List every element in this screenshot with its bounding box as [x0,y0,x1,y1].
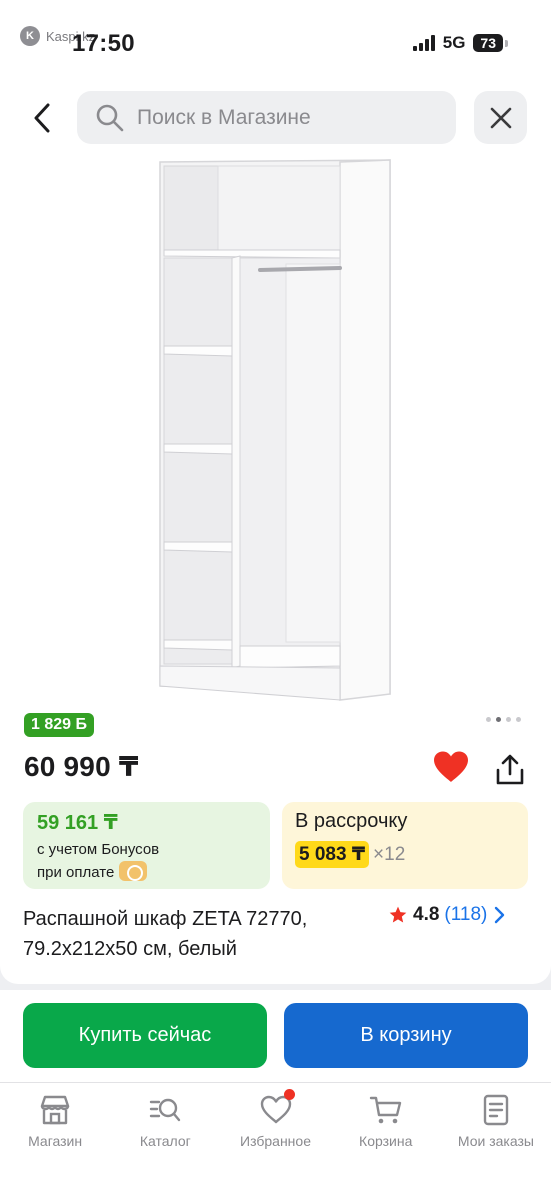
clock: 17:50 [72,30,135,57]
add-to-cart-button[interactable]: В корзину [284,1003,528,1068]
chevron-right-icon [495,906,505,924]
pagination-dot-active [496,717,501,722]
status-bar: K Kaspi.kz 17:50 5G 73 [0,0,551,82]
product-image[interactable] [140,154,410,706]
purchase-actions: Купить сейчас В корзину [0,990,551,1082]
bottom-tab-bar: Магазин Каталог Избранное Корзина Мои за… [0,1082,551,1200]
wardrobe-image [159,159,391,701]
tab-label: Корзина [359,1133,413,1149]
image-pagination [486,717,521,722]
tab-label: Избранное [240,1133,311,1149]
pagination-dot [506,717,511,722]
share-icon [496,754,524,785]
battery-indicator: 73 [473,34,508,52]
store-icon [40,1095,70,1125]
bonus-badge: 1 829 Б [24,713,94,737]
tab-label: Магазин [28,1133,83,1149]
pagination-dot [486,717,491,722]
share-button[interactable] [492,752,528,788]
bonus-price-box[interactable]: 59 161 ₸ с учетом Бонусов при оплате [23,802,270,889]
signal-icon [412,35,435,51]
installment-label: В рассрочку [295,810,408,832]
back-button[interactable] [22,96,62,140]
bonus-coin-icon [119,861,148,881]
heart-filled-icon [434,751,468,782]
rating-link[interactable]: 4.8 (118) [388,904,506,926]
tab-cart[interactable]: Корзина [331,1083,441,1200]
search-placeholder: Поиск в Магазине [137,105,311,129]
star-icon [389,906,407,923]
chevron-left-icon [34,103,50,133]
favorite-button[interactable] [432,750,470,784]
notification-dot [284,1089,296,1100]
tab-store[interactable]: Магазин [0,1083,110,1200]
kaspi-logo-icon: K [20,26,40,46]
tab-label: Каталог [139,1133,191,1149]
reviews-count: (118) [444,904,488,925]
bonus-note: с учетом Бонусов при оплате [37,839,256,884]
bonus-note-line-1: с учетом Бонусов [37,841,160,858]
catalog-icon [150,1098,181,1122]
pagination-dot [516,717,521,722]
product-title: Распашной шкаф ZETA 72770, 79.2x212x50 с… [23,908,308,960]
cart-icon [369,1096,401,1124]
close-button[interactable] [474,91,527,144]
search-icon [96,104,124,131]
search-field[interactable]: Поиск в Магазине [77,91,456,144]
bonus-note-line-2: при оплате [37,864,115,881]
installment-months: ×12 [373,843,406,865]
tab-orders[interactable]: Мои заказы [441,1083,551,1200]
network-type: 5G [442,33,466,52]
installment-box[interactable]: В рассрочку 5 083 ₸ ×12 [282,802,528,889]
tab-favorites[interactable]: Избранное [220,1083,330,1200]
rating-value: 4.8 [413,904,440,925]
top-bar: Поиск в Магазине [0,82,551,154]
product-card: 1 829 Б 60 990 ₸ 59 161 ₸ с учетом Бонус… [0,154,551,984]
tab-label: Мои заказы [457,1133,534,1149]
product-price: 60 990 ₸ [24,751,139,782]
orders-icon [483,1094,509,1126]
bonus-price: 59 161 ₸ [37,812,118,834]
tab-catalog[interactable]: Каталог [110,1083,220,1200]
close-icon [490,107,511,128]
installment-amount: 5 083 ₸ [295,841,370,868]
buy-now-button[interactable]: Купить сейчас [23,1003,267,1068]
